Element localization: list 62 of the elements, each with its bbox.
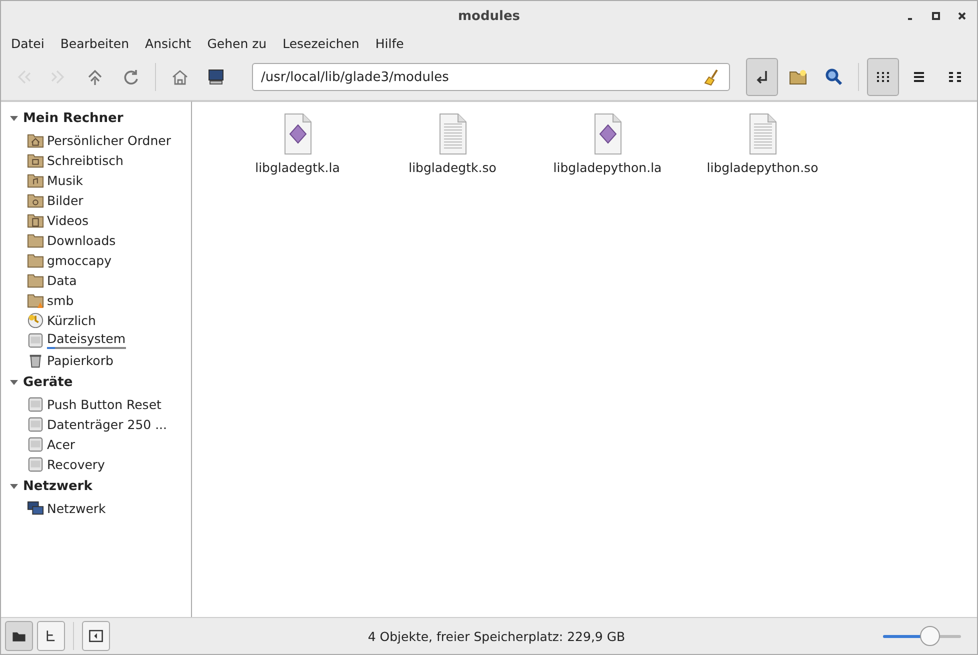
- zoom-slider[interactable]: [883, 626, 961, 646]
- expander-icon[interactable]: [9, 113, 19, 123]
- file-name[interactable]: libgladegtk.la: [255, 160, 340, 175]
- sidebar-item[interactable]: Push Button Reset: [47, 396, 162, 412]
- network-icon: [27, 500, 44, 516]
- sidebar-item[interactable]: Kürzlich: [47, 312, 96, 328]
- recent-icon: [27, 312, 44, 328]
- expander-icon[interactable]: [9, 481, 19, 491]
- sidebar-toggle-button[interactable]: [82, 621, 110, 651]
- new-folder-icon: [788, 67, 808, 87]
- sidebar-item[interactable]: Acer: [47, 436, 76, 452]
- desktop-icon: [27, 152, 44, 168]
- window-title: modules: [458, 9, 520, 24]
- icons-view-button[interactable]: [867, 58, 899, 96]
- status-text: 4 Objekte, freier Speicherplatz: 229,9 GB: [366, 628, 626, 644]
- drive-icon: [27, 456, 44, 472]
- drive-icon: [27, 436, 44, 452]
- home-icon: [27, 132, 44, 148]
- sidebar-item[interactable]: Musik: [47, 172, 83, 188]
- search-icon: [824, 67, 844, 87]
- menu-item[interactable]: Ansicht: [137, 36, 200, 50]
- sidebar-item[interactable]: Schreibtisch: [47, 152, 124, 168]
- folder-icon: [27, 272, 44, 288]
- sidebar-item[interactable]: smb: [47, 292, 74, 308]
- menu-item[interactable]: Gehen zu: [199, 36, 275, 50]
- sidebar-item[interactable]: Data: [47, 272, 77, 288]
- menu-item[interactable]: Hilfe: [367, 36, 412, 50]
- videos-icon: [27, 212, 44, 228]
- sidebar-item[interactable]: Papierkorb: [47, 352, 114, 368]
- folder-icon: [27, 252, 44, 268]
- drive-icon: [27, 396, 44, 412]
- sidebar-item[interactable]: gmoccapy: [47, 252, 112, 268]
- sidebar-item[interactable]: Downloads: [47, 232, 116, 248]
- drive-icon: [27, 332, 44, 348]
- computer-icon: [206, 67, 226, 87]
- sidebar-item[interactable]: Datenträger 250 ...: [47, 416, 167, 432]
- panel-icon: [87, 627, 105, 645]
- section-title: Mein Rechner: [23, 110, 124, 126]
- places-pane-button[interactable]: [5, 621, 33, 651]
- pictures-icon: [27, 192, 44, 208]
- section-title: Geräte: [23, 374, 73, 390]
- share-icon: [27, 292, 44, 308]
- sidebar-item[interactable]: Persönlicher Ordner: [47, 132, 171, 148]
- section-title: Netzwerk: [23, 478, 92, 494]
- file-name[interactable]: libgladepython.la: [553, 160, 662, 175]
- file-name[interactable]: libgladegtk.so: [408, 160, 496, 175]
- sidebar-item[interactable]: Videos: [47, 212, 89, 228]
- drive-icon: [27, 416, 44, 432]
- file-name[interactable]: libgladepython.so: [706, 160, 818, 175]
- sidebar-item[interactable]: Recovery: [47, 456, 105, 472]
- folder-icon: [27, 232, 44, 248]
- sidebar-item[interactable]: Netzwerk: [47, 500, 106, 516]
- toggle-path-button[interactable]: [746, 58, 778, 96]
- menu-item[interactable]: Bearbeiten: [52, 36, 138, 50]
- expander-icon[interactable]: [9, 377, 19, 387]
- maximize-icon[interactable]: [929, 9, 943, 23]
- location-field[interactable]: /usr/local/lib/glade3/modules: [252, 63, 730, 91]
- sidebar-item[interactable]: Dateisystem: [47, 331, 126, 346]
- menu-item[interactable]: Datei: [3, 36, 52, 50]
- sidebar-item[interactable]: Bilder: [47, 192, 84, 208]
- menu-item[interactable]: Lesezeichen: [274, 36, 368, 50]
- tree-pane-button[interactable]: [37, 621, 65, 651]
